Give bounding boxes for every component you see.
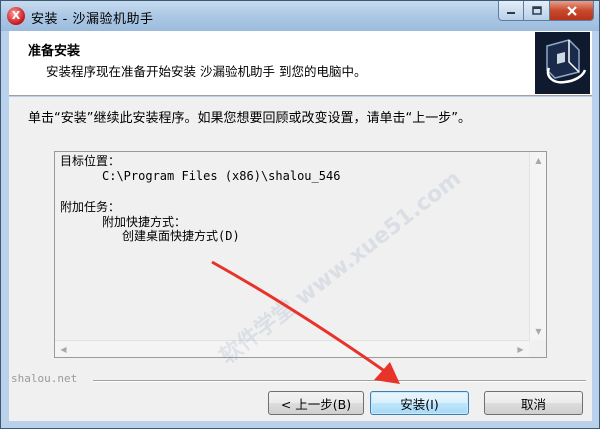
installer-window: X 安装 - 沙漏验机助手 准备安装 安装程序现在准备开始安装 沙漏验机助手 到… [0,0,600,429]
wizard-body: 单击“安装”继续此安装程序。如果您想要回顾或改变设置，请单击“上一步”。 目标位… [9,97,592,373]
tasks-group: 附加快捷方式： [102,214,187,229]
vertical-scrollbar[interactable]: ▲ ▼ [529,152,546,340]
scroll-up-icon[interactable]: ▲ [530,152,547,169]
window-controls [498,1,594,21]
wizard-footer: shalou.net < 上一步(B) 安装(I) 取消 [9,372,592,421]
tasks-label: 附加任务： [60,200,121,214]
install-button[interactable]: 安装(I) [370,391,469,415]
brand-label: shalou.net [11,372,78,385]
close-button[interactable] [550,1,594,21]
title-bar[interactable]: X 安装 - 沙漏验机助手 [1,1,599,31]
memo-content: 目标位置： C:\Program Files (x86)\shalou_546 … [60,154,520,244]
close-icon [566,5,577,16]
maximize-button[interactable] [524,1,550,21]
minimize-button[interactable] [498,1,524,21]
page-title: 准备安装 [28,44,81,59]
window-title: 安装 - 沙漏验机助手 [31,12,154,27]
horizontal-scrollbar[interactable]: ◀ ▶ [55,340,529,357]
maximize-icon [531,6,542,15]
summary-memo[interactable]: 目标位置： C:\Program Files (x86)\shalou_546 … [54,151,547,358]
back-button[interactable]: < 上一步(B) [268,391,364,415]
footer-divider [93,380,586,382]
cancel-button[interactable]: 取消 [484,391,583,415]
scroll-corner [529,340,546,357]
destination-path: C:\Program Files (x86)\shalou_546 [102,168,341,183]
tasks-item: 创建桌面快捷方式(D) [122,229,240,243]
minimize-icon [507,11,515,14]
scroll-right-icon[interactable]: ▶ [512,341,529,358]
installer-logo-icon [535,32,590,94]
scroll-left-icon[interactable]: ◀ [55,341,72,358]
wizard-header: 准备安装 安装程序现在准备开始安装 沙漏验机助手 到您的电脑中。 [9,31,592,96]
app-icon: X [7,7,25,25]
scroll-down-icon[interactable]: ▼ [530,323,547,340]
instruction-text: 单击“安装”继续此安装程序。如果您想要回顾或改变设置，请单击“上一步”。 [28,111,471,126]
page-subtitle: 安装程序现在准备开始安装 沙漏验机助手 到您的电脑中。 [46,64,367,79]
destination-label: 目标位置： [60,154,121,168]
